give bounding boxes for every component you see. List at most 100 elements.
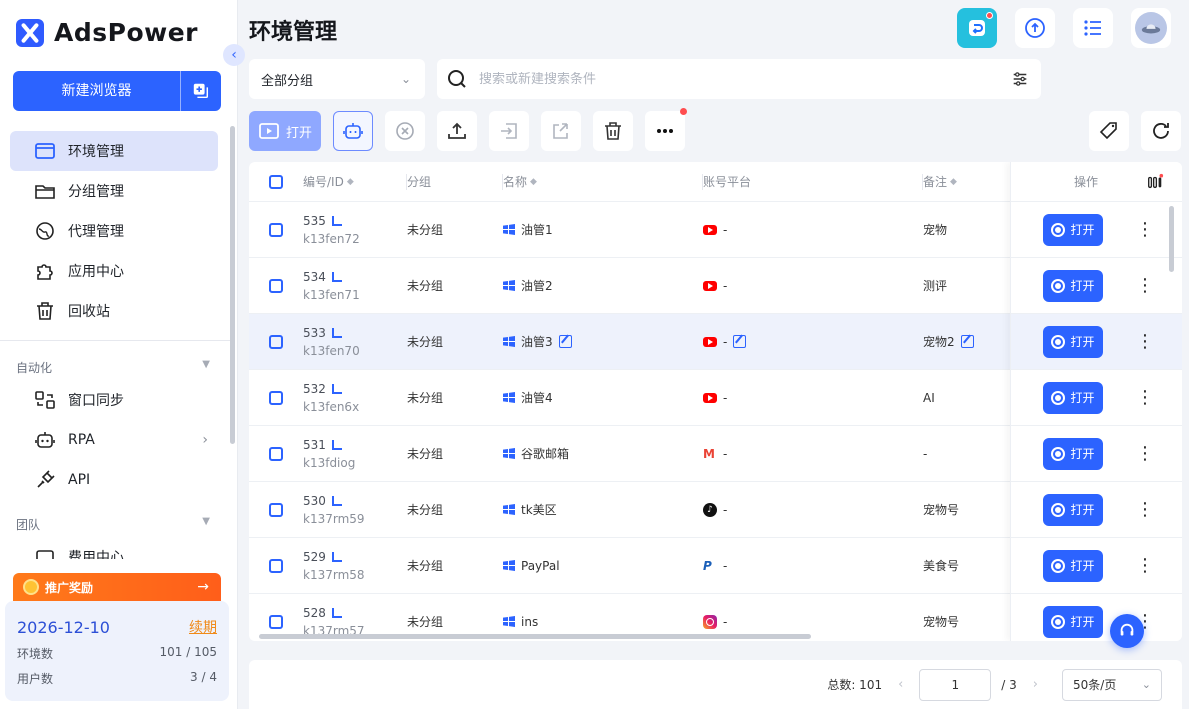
tag-button[interactable]: [1089, 111, 1129, 151]
page-number-input[interactable]: 1: [919, 668, 992, 701]
user-avatar-button[interactable]: [1131, 8, 1171, 48]
vertical-scrollbar[interactable]: [1169, 206, 1174, 272]
renew-link[interactable]: 续期: [189, 617, 217, 637]
support-button[interactable]: [1110, 614, 1144, 648]
more-vertical-icon[interactable]: ⋮: [1136, 556, 1154, 575]
open-label: 打开: [1070, 335, 1095, 349]
row-checkbox[interactable]: [269, 502, 283, 517]
nav-item-proxy-management[interactable]: 代理管理: [10, 211, 218, 251]
nav-item-recycle-bin[interactable]: 回收站: [10, 291, 218, 331]
nav-item-window-sync[interactable]: 窗口同步: [10, 380, 218, 420]
note-cell: 宠物2: [923, 333, 1011, 350]
more-vertical-icon[interactable]: ⋮: [1136, 388, 1154, 407]
section-team[interactable]: 团队 ▼: [16, 516, 210, 533]
header-id[interactable]: 编号/ID ◆: [303, 173, 407, 190]
headset-icon: [1120, 623, 1134, 636]
row-checkbox[interactable]: [269, 334, 283, 349]
horizontal-scrollbar[interactable]: [259, 634, 811, 639]
open-profile-button[interactable]: 打开: [1043, 493, 1103, 526]
youtube-icon: [703, 224, 717, 235]
promo-banner[interactable]: 推广奖励 →: [13, 573, 221, 601]
upload-icon: [448, 122, 466, 139]
upload-button[interactable]: [437, 111, 477, 151]
open-profile-button[interactable]: 打开: [1043, 605, 1103, 638]
nav-item-rpa[interactable]: RPA ›: [10, 420, 218, 460]
row-checkbox[interactable]: [269, 558, 283, 573]
nav-item-billing[interactable]: 费用中心: [10, 537, 218, 559]
share-button[interactable]: [541, 111, 581, 151]
refresh-button[interactable]: [1141, 111, 1181, 151]
task-list-button[interactable]: [1073, 8, 1113, 48]
page-size-select[interactable]: 50条/页 ⌄: [1062, 668, 1162, 701]
update-button[interactable]: [1015, 8, 1055, 48]
batch-open-button[interactable]: 打开: [249, 111, 321, 151]
filter-settings-icon[interactable]: [1011, 70, 1029, 88]
edit-icon[interactable]: [960, 335, 974, 348]
close-browser-button[interactable]: [385, 111, 425, 151]
section-automation[interactable]: 自动化 ▼: [16, 359, 210, 376]
row-checkbox[interactable]: [269, 614, 283, 629]
platform-account: -: [723, 334, 728, 349]
nav-item-api[interactable]: API: [10, 460, 218, 500]
batch-add-button[interactable]: [181, 71, 221, 111]
select-all-checkbox[interactable]: [269, 174, 283, 189]
group-cell: 未分组: [407, 447, 444, 461]
open-profile-button[interactable]: 打开: [1043, 549, 1103, 582]
row-number: 531: [303, 437, 326, 452]
sync-app-button[interactable]: [957, 8, 997, 48]
group-select[interactable]: 全部分组 ⌄: [249, 59, 425, 99]
logo: AdsPower: [16, 18, 198, 47]
more-button[interactable]: [645, 108, 687, 151]
paypal-icon: P: [703, 558, 712, 573]
open-profile-button[interactable]: 打开: [1043, 213, 1103, 246]
open-profile-button[interactable]: 打开: [1043, 437, 1103, 470]
nav-item-env-management[interactable]: 环境管理: [10, 131, 218, 171]
coin-icon: [23, 579, 39, 595]
sidebar-scrollbar[interactable]: [230, 126, 235, 444]
name-cell: 油管4: [503, 389, 703, 406]
header-note[interactable]: 备注 ◆: [923, 173, 1011, 190]
arrow-right-icon: →: [197, 579, 209, 595]
nav-item-app-center[interactable]: 应用中心: [10, 251, 218, 291]
open-profile-button[interactable]: 打开: [1043, 325, 1103, 358]
more-vertical-icon[interactable]: ⋮: [1136, 500, 1154, 519]
collapse-sidebar-button[interactable]: ‹: [223, 44, 245, 66]
header-ops: 操作: [1074, 175, 1099, 189]
platform-cell: -: [703, 614, 923, 629]
row-id: k13fen72: [303, 231, 360, 246]
next-page-button[interactable]: ›: [1033, 677, 1038, 692]
delete-button[interactable]: [593, 111, 633, 151]
row-checkbox[interactable]: [269, 390, 283, 405]
more-vertical-icon[interactable]: ⋮: [1136, 276, 1154, 295]
browser-window-icon: [35, 143, 55, 159]
more-vertical-icon[interactable]: ⋮: [1136, 444, 1154, 463]
windows-icon: [503, 224, 515, 235]
row-id: k13fen71: [303, 287, 360, 302]
header-name[interactable]: 名称 ◆: [503, 173, 703, 190]
app-name: AdsPower: [54, 18, 199, 47]
column-settings-icon[interactable]: [1146, 173, 1164, 191]
row-checkbox[interactable]: [269, 222, 283, 237]
nav-item-group-management[interactable]: 分组管理: [10, 171, 218, 211]
trash-icon: [37, 302, 53, 320]
search-input[interactable]: [479, 71, 1011, 87]
total-pages: / 3: [1001, 677, 1017, 692]
group-cell: 未分组: [407, 391, 444, 405]
new-browser-button[interactable]: 新建浏览器: [13, 71, 180, 111]
tiktok-icon: ♪: [703, 502, 717, 517]
open-profile-button[interactable]: 打开: [1043, 269, 1103, 302]
rpa-button[interactable]: [333, 111, 373, 151]
move-group-button[interactable]: [489, 111, 529, 151]
pagination: 总数: 101 ‹ 1 / 3 › 50条/页 ⌄: [249, 660, 1182, 709]
prev-page-button[interactable]: ‹: [898, 677, 903, 692]
edit-icon[interactable]: [733, 335, 747, 348]
edit-icon[interactable]: [558, 335, 572, 348]
open-profile-button[interactable]: 打开: [1043, 381, 1103, 414]
row-checkbox[interactable]: [269, 278, 283, 293]
more-vertical-icon[interactable]: ⋮: [1136, 220, 1154, 239]
row-checkbox[interactable]: [269, 446, 283, 461]
ops-row: 打开 ⋮: [1011, 482, 1182, 538]
id-cell: 532 k13fen6x: [303, 382, 407, 414]
more-vertical-icon[interactable]: ⋮: [1136, 332, 1154, 351]
chrome-icon: [1051, 446, 1066, 461]
